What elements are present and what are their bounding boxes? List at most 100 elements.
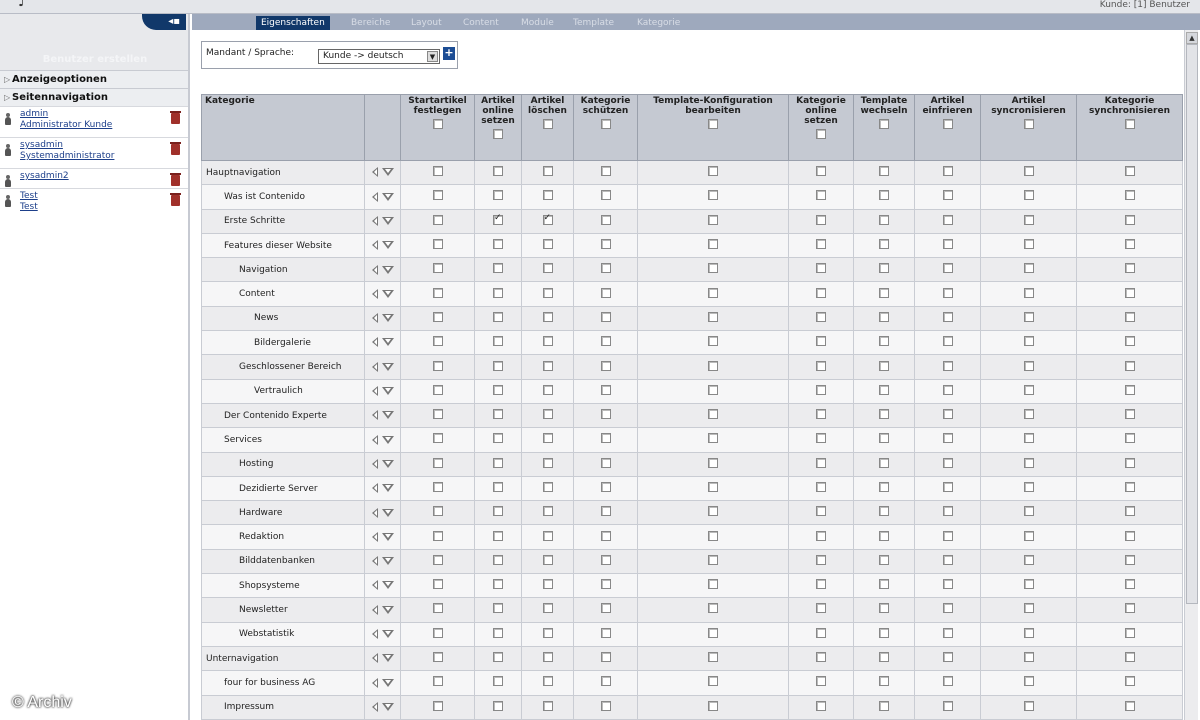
permission-checkbox[interactable] bbox=[493, 530, 503, 541]
section-display-options[interactable]: ▷ Anzeigeoptionen bbox=[0, 70, 188, 88]
client-language-select[interactable]: Kunde -> deutsch ▼ bbox=[318, 49, 440, 64]
permission-checkbox[interactable] bbox=[879, 336, 889, 347]
delete-user-icon[interactable] bbox=[170, 111, 181, 124]
permission-checkbox[interactable] bbox=[942, 409, 953, 420]
permission-checkbox[interactable] bbox=[432, 554, 443, 565]
speaker-left-icon[interactable] bbox=[371, 604, 378, 615]
permission-checkbox[interactable] bbox=[816, 554, 826, 565]
permission-checkbox[interactable] bbox=[879, 433, 889, 444]
permission-checkbox[interactable] bbox=[816, 482, 826, 492]
triangle-down-icon[interactable] bbox=[381, 484, 394, 493]
permission-checkbox[interactable] bbox=[432, 311, 443, 322]
permission-checkbox[interactable] bbox=[542, 239, 553, 250]
permission-checkbox[interactable] bbox=[816, 166, 826, 177]
tab-layout[interactable]: Layout bbox=[406, 16, 447, 30]
triangle-down-icon[interactable] bbox=[381, 605, 394, 614]
collapse-panel-button[interactable]: ◂▪ bbox=[142, 14, 186, 30]
permission-checkbox[interactable] bbox=[493, 482, 503, 492]
permission-checkbox[interactable] bbox=[708, 579, 718, 590]
permission-checkbox[interactable] bbox=[942, 506, 953, 517]
permission-checkbox[interactable] bbox=[708, 239, 718, 250]
user-item-sysadmin[interactable]: sysadmin Systemadministrator bbox=[0, 137, 188, 168]
scroll-thumb[interactable] bbox=[1186, 44, 1198, 604]
permission-checkbox[interactable] bbox=[493, 676, 503, 687]
permission-checkbox[interactable] bbox=[493, 311, 503, 322]
permission-checkbox[interactable] bbox=[542, 530, 553, 541]
permission-checkbox[interactable] bbox=[432, 287, 443, 298]
permission-checkbox[interactable] bbox=[493, 360, 503, 371]
speaker-left-icon[interactable] bbox=[371, 386, 378, 397]
permission-checkbox[interactable] bbox=[600, 239, 611, 250]
permission-checkbox[interactable] bbox=[542, 190, 553, 201]
permission-checkbox[interactable] bbox=[1023, 506, 1034, 517]
permission-checkbox[interactable] bbox=[1124, 700, 1135, 711]
select-all-checkbox[interactable] bbox=[600, 119, 611, 129]
permission-checkbox[interactable] bbox=[493, 287, 503, 298]
permission-checkbox[interactable] bbox=[708, 190, 718, 201]
select-all-checkbox[interactable] bbox=[542, 119, 553, 129]
apply-plus-button[interactable]: + bbox=[443, 47, 455, 60]
permission-checkbox[interactable] bbox=[708, 676, 718, 687]
permission-checkbox[interactable] bbox=[942, 239, 953, 250]
speaker-left-icon[interactable] bbox=[371, 629, 378, 640]
permission-checkbox[interactable] bbox=[493, 433, 503, 444]
triangle-down-icon[interactable] bbox=[381, 678, 394, 687]
select-all-checkbox[interactable] bbox=[1023, 119, 1034, 129]
permission-checkbox[interactable] bbox=[600, 384, 611, 395]
permission-checkbox[interactable] bbox=[879, 384, 889, 395]
permission-checkbox[interactable] bbox=[708, 311, 718, 322]
permission-checkbox[interactable] bbox=[1124, 627, 1135, 638]
triangle-down-icon[interactable] bbox=[381, 581, 394, 590]
permission-checkbox[interactable] bbox=[542, 213, 553, 225]
permission-checkbox[interactable] bbox=[432, 603, 443, 614]
permission-checkbox[interactable] bbox=[432, 384, 443, 395]
permission-checkbox[interactable] bbox=[816, 263, 826, 274]
permission-checkbox[interactable] bbox=[493, 384, 503, 395]
permission-checkbox[interactable] bbox=[1124, 287, 1135, 298]
permission-checkbox[interactable] bbox=[708, 530, 718, 541]
permission-checkbox[interactable] bbox=[816, 214, 826, 225]
permission-checkbox[interactable] bbox=[816, 433, 826, 444]
permission-checkbox[interactable] bbox=[432, 676, 443, 687]
permission-checkbox[interactable] bbox=[493, 554, 503, 565]
permission-checkbox[interactable] bbox=[816, 360, 826, 371]
permission-checkbox[interactable] bbox=[542, 627, 553, 638]
speaker-left-icon[interactable] bbox=[371, 653, 378, 664]
permission-checkbox[interactable] bbox=[542, 287, 553, 298]
permission-checkbox[interactable] bbox=[600, 530, 611, 541]
triangle-down-icon[interactable] bbox=[381, 192, 394, 201]
permission-checkbox[interactable] bbox=[1124, 603, 1135, 614]
permission-checkbox[interactable] bbox=[1023, 433, 1034, 444]
permission-checkbox[interactable] bbox=[942, 311, 953, 322]
permission-checkbox[interactable] bbox=[432, 336, 443, 347]
permission-checkbox[interactable] bbox=[542, 482, 553, 492]
tab-template[interactable]: Template bbox=[568, 16, 619, 30]
permission-checkbox[interactable] bbox=[1023, 311, 1034, 322]
permission-checkbox[interactable] bbox=[1124, 652, 1135, 663]
permission-checkbox[interactable] bbox=[432, 433, 443, 444]
user-name-link[interactable]: admin bbox=[20, 107, 188, 120]
user-name-link[interactable]: sysadmin2 bbox=[20, 169, 188, 182]
permission-checkbox[interactable] bbox=[816, 627, 826, 638]
permission-checkbox[interactable] bbox=[542, 409, 553, 420]
permission-checkbox[interactable] bbox=[542, 603, 553, 614]
permission-checkbox[interactable] bbox=[600, 433, 611, 444]
permission-checkbox[interactable] bbox=[879, 263, 889, 274]
permission-checkbox[interactable] bbox=[708, 360, 718, 371]
triangle-down-icon[interactable] bbox=[381, 435, 394, 444]
scroll-up-icon[interactable]: ▲ bbox=[1186, 32, 1198, 44]
tab-bereiche[interactable]: Bereiche bbox=[346, 16, 395, 30]
permission-checkbox[interactable] bbox=[493, 652, 503, 663]
permission-checkbox[interactable] bbox=[816, 190, 826, 201]
triangle-down-icon[interactable] bbox=[381, 702, 394, 711]
speaker-left-icon[interactable] bbox=[371, 215, 378, 226]
permission-checkbox[interactable] bbox=[942, 214, 953, 225]
permission-checkbox[interactable] bbox=[879, 482, 889, 492]
permission-checkbox[interactable] bbox=[1023, 554, 1034, 565]
user-item-test[interactable]: Test Test bbox=[0, 188, 188, 219]
permission-checkbox[interactable] bbox=[493, 627, 503, 638]
permission-checkbox[interactable] bbox=[1023, 336, 1034, 347]
permission-checkbox[interactable] bbox=[879, 554, 889, 565]
speaker-left-icon[interactable] bbox=[371, 507, 378, 518]
permission-checkbox[interactable] bbox=[1124, 409, 1135, 420]
